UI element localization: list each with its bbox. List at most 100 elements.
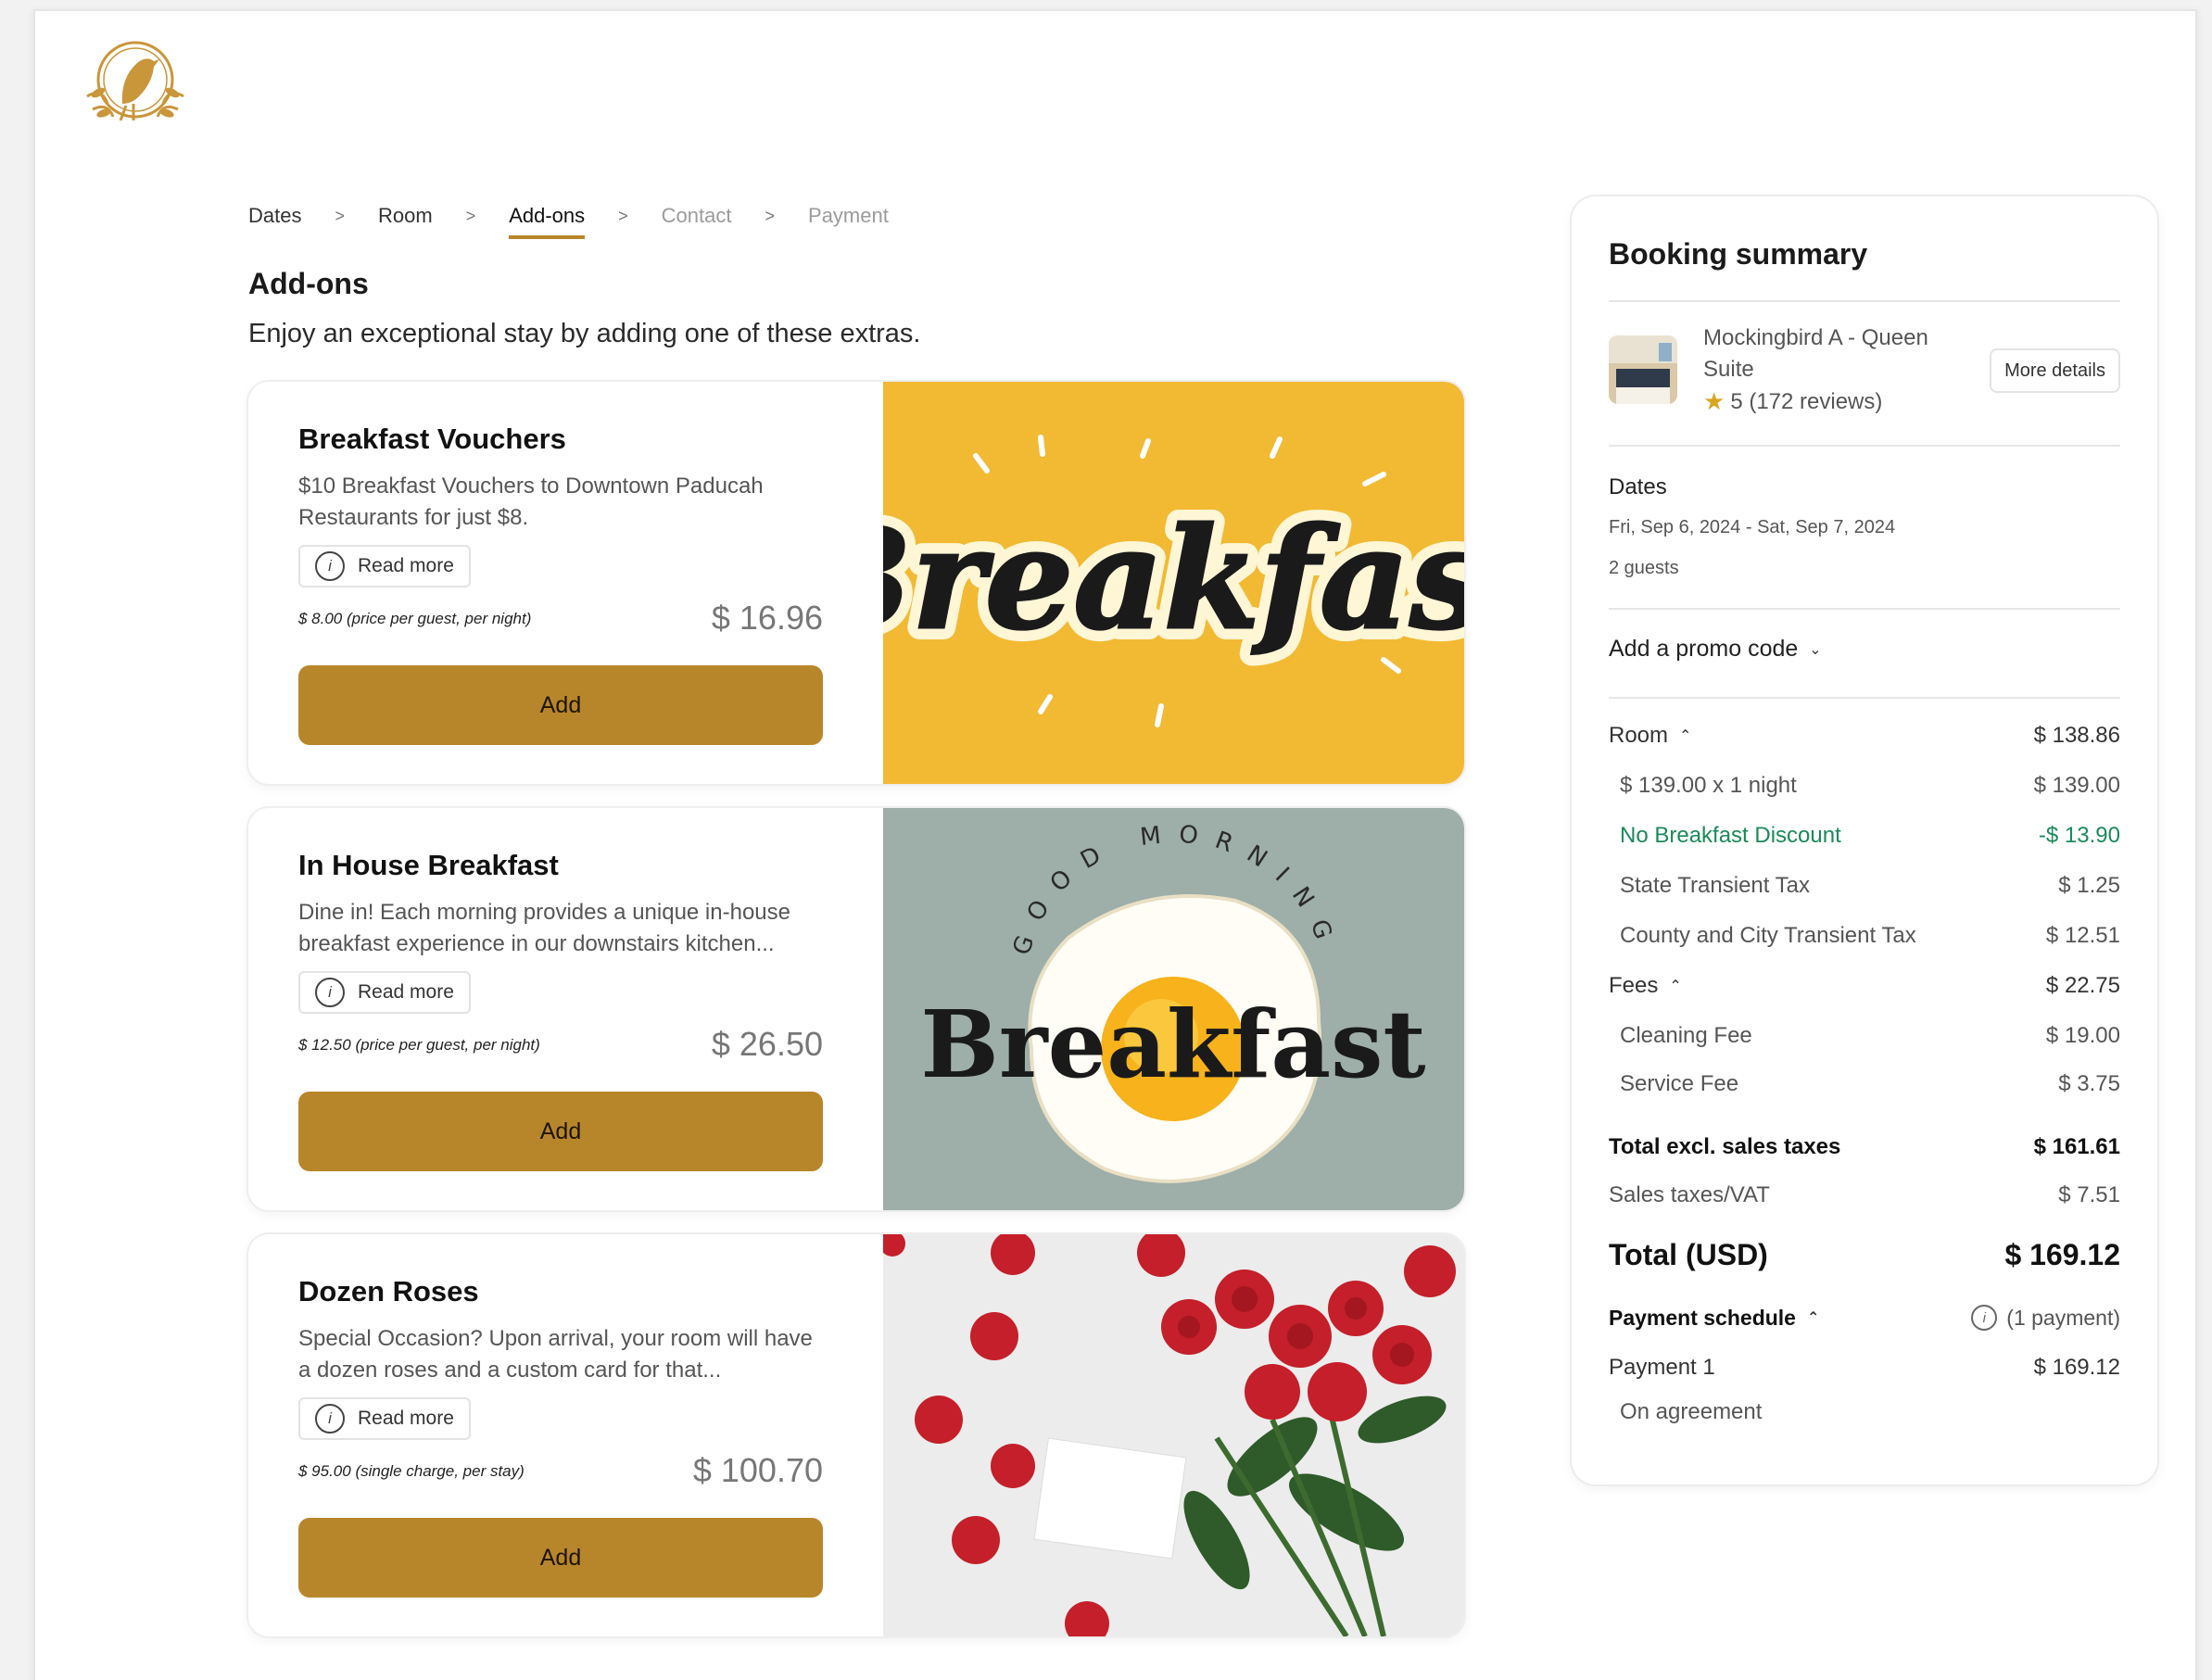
row-value: $ 22.75 (2045, 973, 2120, 998)
promo-code-toggle[interactable]: Add a promo code ⌄ (1609, 636, 1822, 663)
svg-text:Breakfast: Breakfast (920, 990, 1425, 1099)
row-value: -$ 13.90 (2038, 823, 2120, 848)
row-label: No Breakfast Discount (1620, 823, 1841, 848)
roses-image (883, 1234, 1464, 1636)
sales-tax-row: Sales taxes/VAT $ 7.51 (1609, 1182, 2120, 1208)
breadcrumb-addons[interactable]: Add-ons (509, 204, 586, 239)
county-tax-row: County and City Transient Tax $ 12.51 (1620, 923, 2120, 949)
room-thumbnail (1609, 335, 1677, 404)
chevron-down-icon: ⌄ (1809, 641, 1822, 658)
total-price: $ 100.70 (692, 1451, 823, 1489)
row-value: $ 138.86 (2033, 723, 2120, 748)
dates-value: Fri, Sep 6, 2024 - Sat, Sep 7, 2024 (1609, 517, 1896, 537)
row-label: Room (1609, 723, 1669, 748)
total-price: $ 26.50 (711, 1025, 823, 1063)
row-value: $ 7.51 (2058, 1182, 2120, 1207)
row-label: County and City Transient Tax (1620, 923, 1916, 948)
good-morning-egg-image: GOOD MORNING Breakfast (883, 808, 1464, 1210)
breadcrumb-room[interactable]: Room (378, 204, 433, 228)
payment-schedule-row[interactable]: Payment schedule ⌃ i (1 payment) (1609, 1305, 2120, 1331)
addon-card-in-house-breakfast: In House Breakfast Dine in! Each morning… (248, 808, 1464, 1210)
breadcrumb: Dates > Room > Add-ons > Contact > Payme… (248, 193, 889, 239)
add-button[interactable]: Add (298, 1092, 823, 1171)
divider (1609, 445, 2120, 447)
promo-code-label: Add a promo code (1609, 636, 1799, 662)
row-value: (1 payment) (2006, 1305, 2120, 1330)
addon-card-dozen-roses: Dozen Roses Special Occasion? Upon arriv… (248, 1234, 1464, 1636)
row-label: Payment 1 (1609, 1355, 1715, 1380)
row-value: $ 169.12 (2004, 1238, 2120, 1271)
breadcrumb-contact: Contact (661, 204, 732, 227)
row-label: Total (USD) (1609, 1238, 1768, 1271)
unit-price: $ 8.00 (price per guest, per night) (298, 610, 532, 627)
row-value: $ 3.75 (2058, 1071, 2120, 1096)
row-label: Total excl. sales taxes (1609, 1134, 1841, 1159)
service-fee-row: Service Fee $ 3.75 (1620, 1071, 2120, 1097)
row-value: $ 12.51 (2045, 923, 2120, 948)
cleaning-fee-row: Cleaning Fee $ 19.00 (1620, 1023, 2120, 1049)
chevron-up-icon: ⌃ (1679, 728, 1692, 744)
page: Dates > Room > Add-ons > Contact > Payme… (33, 9, 2197, 1680)
chevron-right-icon: > (465, 206, 476, 225)
add-button[interactable]: Add (298, 1518, 823, 1598)
addon-title: Dozen Roses (298, 1275, 479, 1307)
row-label: Service Fee (1620, 1071, 1739, 1096)
row-label: Sales taxes/VAT (1609, 1182, 1770, 1207)
read-more-label: Read more (358, 555, 454, 576)
info-icon: i (315, 551, 345, 581)
addon-description: Special Occasion? Upon arrival, your roo… (298, 1326, 813, 1383)
row-label: $ 139.00 x 1 night (1620, 773, 1797, 798)
svg-text:Breakfast: Breakfast (883, 498, 1464, 661)
discount-row: No Breakfast Discount -$ 13.90 (1620, 823, 2120, 849)
divider (1609, 697, 2120, 699)
chevron-up-icon: ⌃ (1669, 979, 1682, 994)
info-icon: i (315, 978, 345, 1007)
on-agreement-text: On agreement (1620, 1399, 1763, 1424)
read-more-button[interactable]: i Read more (298, 1397, 471, 1440)
breadcrumb-dates[interactable]: Dates (248, 204, 301, 228)
more-details-button[interactable]: More details (1990, 348, 2120, 393)
row-label: Fees (1609, 973, 1659, 998)
info-icon[interactable]: i (1971, 1305, 1998, 1331)
divider (1609, 608, 2120, 610)
row-value: $ 161.61 (2033, 1134, 2120, 1159)
unit-price: $ 12.50 (price per guest, per night) (298, 1036, 540, 1054)
summary-title: Booking summary (1609, 237, 1868, 271)
room-name: Mockingbird A - Queen Suite (1703, 325, 1928, 382)
row-label: Cleaning Fee (1620, 1023, 1752, 1048)
addon-title: In House Breakfast (298, 849, 559, 881)
row-label: Payment schedule (1609, 1305, 1796, 1330)
breakfast-lettering-image: Breakfast Breakfast (883, 382, 1464, 784)
page-subtitle: Enjoy an exceptional stay by adding one … (248, 319, 921, 348)
fees-row[interactable]: Fees ⌃ $ 22.75 (1609, 973, 2120, 999)
read-more-label: Read more (358, 981, 454, 1003)
star-icon: ★ (1703, 387, 1725, 415)
room-rating: ★ 5 (172 reviews) (1703, 387, 1882, 416)
add-button[interactable]: Add (298, 665, 823, 745)
chevron-right-icon: > (765, 206, 776, 225)
chevron-right-icon: > (618, 206, 628, 225)
read-more-label: Read more (358, 1408, 454, 1429)
total-excl-row: Total excl. sales taxes $ 161.61 (1609, 1134, 2120, 1160)
row-label: State Transient Tax (1620, 873, 1811, 898)
addon-card-breakfast-vouchers: Breakfast Vouchers $10 Breakfast Voucher… (248, 382, 1464, 784)
addon-title: Breakfast Vouchers (298, 423, 566, 455)
breadcrumb-payment: Payment (808, 204, 889, 227)
info-icon: i (315, 1404, 345, 1434)
row-value: $ 1.25 (2058, 873, 2120, 898)
booking-summary: Booking summary Mockingbird A - Queen Su… (1572, 196, 2157, 1484)
addon-description: $10 Breakfast Vouchers to Downtown Paduc… (298, 474, 764, 530)
unit-price: $ 95.00 (single charge, per stay) (298, 1462, 525, 1480)
rating-text: 5 (172 reviews) (1730, 388, 1883, 414)
read-more-button[interactable]: i Read more (298, 971, 471, 1014)
chevron-right-icon: > (335, 206, 345, 225)
grand-total-row: Total (USD) $ 169.12 (1609, 1238, 2120, 1272)
mockingbird-logo-icon[interactable] (74, 32, 196, 135)
row-value: $ 169.12 (2033, 1355, 2120, 1380)
read-more-button[interactable]: i Read more (298, 545, 471, 587)
room-rate-row: $ 139.00 x 1 night $ 139.00 (1620, 773, 2120, 799)
payment-1-row: Payment 1 $ 169.12 (1609, 1355, 2120, 1381)
room-subtotal-row[interactable]: Room ⌃ $ 138.86 (1609, 723, 2120, 749)
state-tax-row: State Transient Tax $ 1.25 (1620, 873, 2120, 899)
chevron-up-icon: ⌃ (1806, 1310, 1820, 1326)
